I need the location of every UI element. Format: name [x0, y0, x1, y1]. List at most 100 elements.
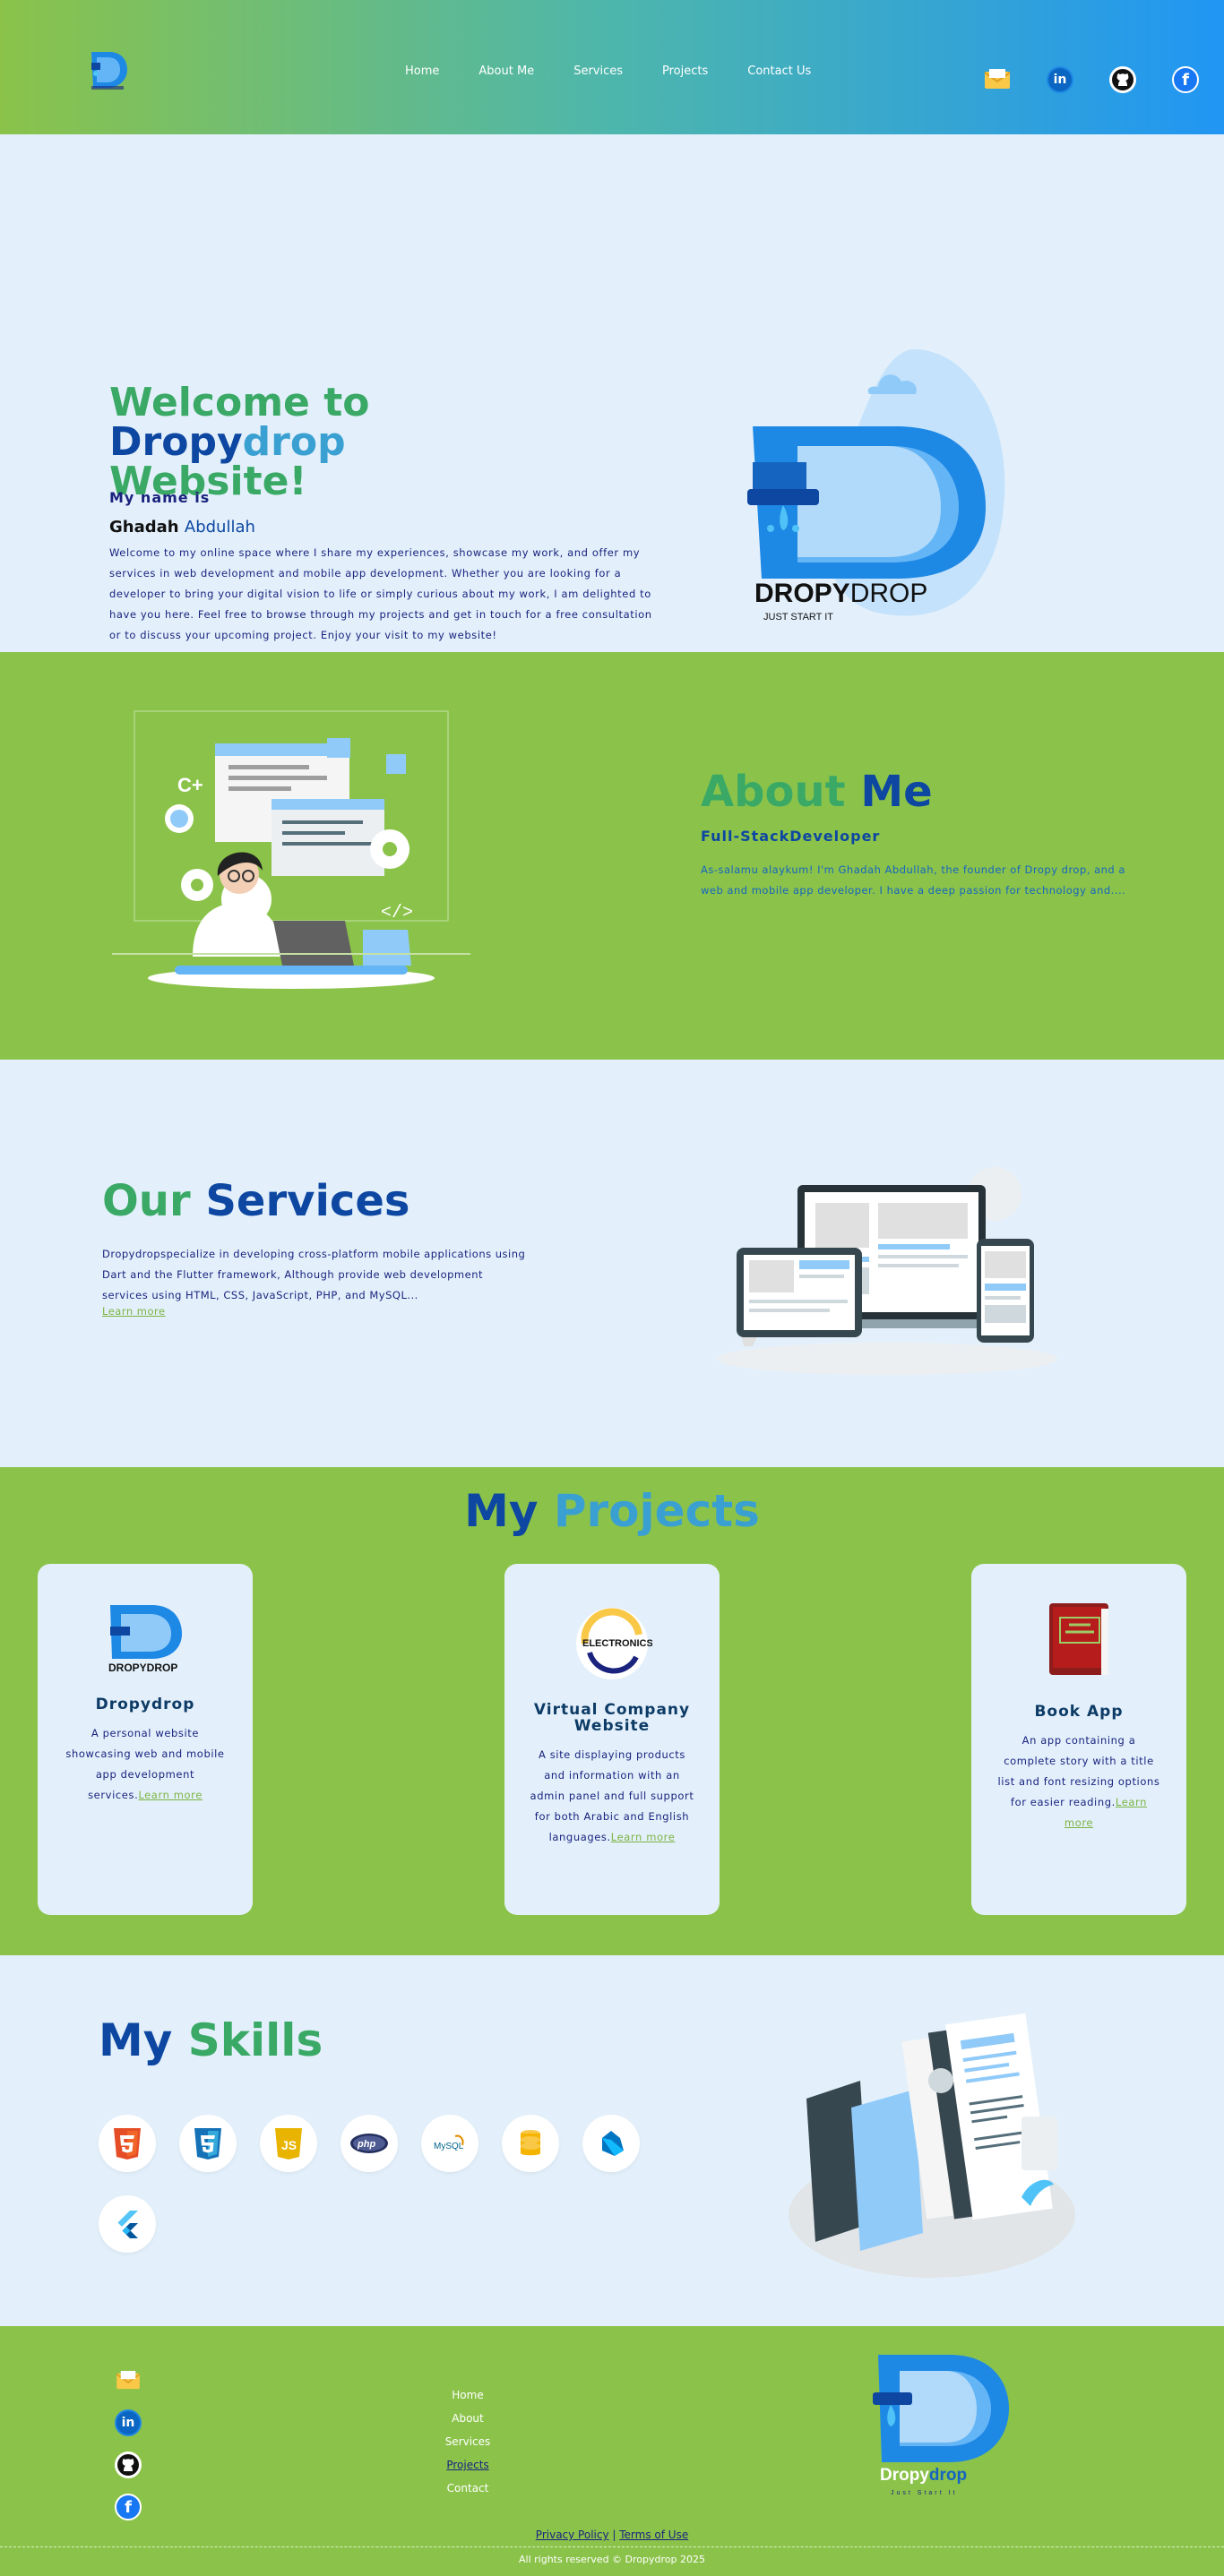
project-learn-more-link[interactable]: Learn more — [611, 1831, 676, 1843]
linkedin-icon[interactable]: in — [115, 2409, 142, 2436]
projects-section: My Projects DROPYDROP Dropydrop A person… — [0, 1467, 1224, 1955]
about-title-me: Me — [860, 767, 933, 817]
developer-illustration: C+ </> — [112, 710, 470, 989]
html5-icon — [99, 2115, 156, 2172]
footer-link-projects[interactable]: Projects — [421, 2453, 514, 2477]
services-section: Our Services Dropydropspecialize in deve… — [0, 1060, 1224, 1467]
nav-home[interactable]: Home — [405, 64, 439, 78]
book-icon — [1049, 1603, 1108, 1675]
hero-title: Welcome to Dropydrop Website! — [109, 383, 611, 502]
dropydrop-project-logo-text: DROPYDROP — [108, 1662, 177, 1674]
skills-title: My Skills — [99, 2014, 323, 2066]
projects-title-my: My — [464, 1485, 554, 1537]
about-role: Full-StackDeveloper — [701, 828, 881, 845]
about-bio: As-salamu alaykum! I'm Ghadah Abdullah, … — [701, 863, 1126, 897]
mail-icon[interactable] — [115, 2367, 142, 2394]
services-title-services: Services — [205, 1176, 410, 1226]
my-name-label: My name is — [109, 489, 211, 506]
nav-about[interactable]: About Me — [478, 64, 534, 78]
services-title-our: Our — [102, 1176, 206, 1226]
hero-logo-text-bold: DROPY — [754, 579, 850, 608]
php-icon: php — [340, 2115, 398, 2172]
dropydrop-hero-logo: DROPYDROP JUST START IT — [747, 349, 1005, 623]
dart-icon — [582, 2115, 640, 2172]
linkedin-label: in — [121, 2416, 135, 2430]
about-title: About Me — [701, 767, 933, 817]
project-description: A personal website showcasing web and mo… — [38, 1713, 253, 1806]
documents-illustration — [789, 2013, 1075, 2278]
services-learn-more-link[interactable]: Learn more — [102, 1305, 166, 1318]
electronics-logo-text: ELECTRONICS — [582, 1638, 652, 1649]
about-section: C+ </> About Me Full-StackDeveloper As-s… — [0, 652, 1224, 1060]
footer-divider — [0, 2546, 1224, 2547]
github-icon[interactable] — [1109, 66, 1136, 93]
projects-title-projects: Projects — [553, 1485, 760, 1537]
hero-intro: Welcome to my online space where I share… — [109, 546, 652, 641]
last-name: Abdullah — [184, 518, 255, 537]
project-card-dropydrop[interactable]: DROPYDROP Dropydrop A personal website s… — [38, 1564, 253, 1915]
flutter-icon — [99, 2195, 156, 2253]
database-icon — [502, 2115, 559, 2172]
site-footer: in f Home About Services Projects Contac… — [0, 2326, 1224, 2576]
mysql-label: MySQL — [434, 2142, 464, 2151]
electronics-logo: ELECTRONICS — [576, 1608, 652, 1679]
footer-link-services[interactable]: Services — [421, 2430, 514, 2453]
svg-text:</>: </> — [381, 903, 413, 923]
skills-section: My Skills JS php MySQL — [0, 1955, 1224, 2326]
services-title: Our Services — [102, 1176, 409, 1226]
dropydrop-project-logo: DROPYDROP — [108, 1605, 182, 1674]
nav-services[interactable]: Services — [573, 64, 623, 78]
facebook-label: f — [125, 2497, 132, 2517]
first-name: Ghadah — [109, 518, 179, 537]
privacy-policy-link[interactable]: Privacy Policy — [536, 2529, 609, 2541]
legal-separator: | — [608, 2529, 620, 2541]
php-label: php — [357, 2139, 375, 2150]
footer-nav: Home About Services Projects Contact — [421, 2383, 514, 2500]
hero-logo-tagline: JUST START IT — [763, 612, 833, 623]
footer-link-about[interactable]: About — [421, 2407, 514, 2430]
linkedin-icon[interactable]: in — [1047, 66, 1073, 93]
header-social-links: in f — [984, 66, 1224, 93]
svg-text:Dropydrop: Dropydrop — [880, 2466, 967, 2485]
owner-name: Ghadah Abdullah — [109, 518, 255, 537]
terms-of-use-link[interactable]: Terms of Use — [619, 2529, 688, 2541]
footer-logo-brand-bold: Dropy — [880, 2466, 929, 2485]
legal-links: Privacy Policy | Terms of Use — [0, 2529, 1224, 2541]
svg-text:DROPYDROP: DROPYDROP — [754, 579, 927, 608]
project-description-text: A site displaying products and informati… — [530, 1748, 694, 1843]
nav-contact[interactable]: Contact Us — [747, 64, 811, 78]
facebook-label: f — [1182, 70, 1189, 90]
skills-title-skills: Skills — [187, 2014, 323, 2066]
mysql-icon: MySQL — [421, 2115, 478, 2172]
footer-link-home[interactable]: Home — [421, 2383, 514, 2407]
project-card-virtual-company[interactable]: ELECTRONICS Virtual Company Website A si… — [504, 1564, 720, 1915]
main-nav: Home About Me Services Projects Contact … — [405, 64, 850, 78]
github-icon[interactable] — [115, 2451, 142, 2478]
project-title: Virtual Company Website — [533, 1701, 691, 1735]
dropydrop-footer-logo: Dropydrop Just Start It — [873, 2355, 1009, 2496]
facebook-icon[interactable]: f — [1172, 66, 1199, 93]
footer-link-contact[interactable]: Contact — [421, 2477, 514, 2500]
dropydrop-logo[interactable] — [88, 50, 127, 91]
facebook-icon[interactable]: f — [115, 2494, 142, 2520]
javascript-label: JS — [281, 2138, 297, 2152]
project-card-book-app[interactable]: Book App An app containing a complete st… — [971, 1564, 1186, 1915]
project-description: A site displaying products and informati… — [504, 1734, 720, 1848]
about-title-about: About — [701, 767, 861, 817]
footer-logo-tagline: Just Start It — [891, 2490, 957, 2496]
hero-section: Welcome to Dropydrop Website! My name is … — [0, 134, 1224, 652]
project-title: Dropydrop — [95, 1696, 195, 1713]
skills-title-my: My — [99, 2014, 188, 2066]
project-description: An app containing a complete story with … — [971, 1720, 1186, 1833]
copyright: All rights reserved © Dropydrop 2025 — [519, 2554, 705, 2565]
javascript-icon: JS — [260, 2115, 317, 2172]
project-learn-more-link[interactable]: Learn more — [138, 1789, 203, 1801]
mail-icon[interactable] — [984, 66, 1011, 93]
services-description: Dropydropspecialize in developing cross-… — [102, 1248, 526, 1301]
nav-projects[interactable]: Projects — [662, 64, 708, 78]
footer-logo-brand-light: drop — [929, 2466, 967, 2485]
site-header: Home About Me Services Projects Contact … — [0, 0, 1224, 134]
css3-icon — [179, 2115, 237, 2172]
projects-title: My Projects — [0, 1485, 1224, 1537]
footer-social-links: in f — [115, 2367, 142, 2536]
